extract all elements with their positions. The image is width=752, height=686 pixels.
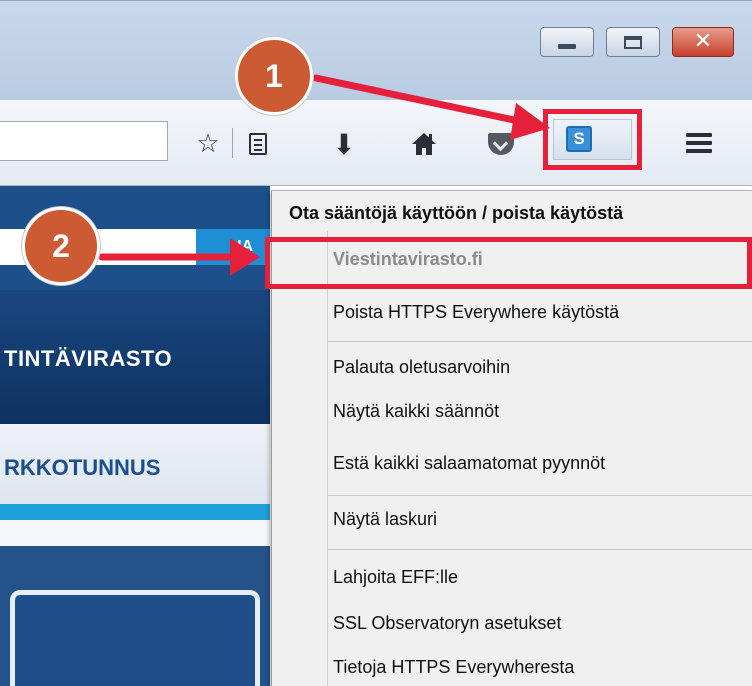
site-search-button[interactable]: HA xyxy=(196,229,270,265)
toolbar-divider xyxy=(232,128,233,158)
bookmark-star-icon[interactable]: ☆ xyxy=(194,129,222,159)
address-bar[interactable] xyxy=(0,121,168,161)
download-arrow-icon[interactable]: ⬇ xyxy=(332,128,356,161)
extension-highlight-box xyxy=(543,109,642,170)
minimize-button[interactable] xyxy=(540,27,594,57)
site-nav-text[interactable]: RKKOTUNNUS xyxy=(4,455,160,481)
menu-separator xyxy=(328,341,752,342)
close-button[interactable]: ✕ xyxy=(672,27,734,57)
pocket-icon[interactable] xyxy=(488,130,514,158)
callout-badge-1: 1 xyxy=(235,37,313,115)
home-icon[interactable] xyxy=(410,130,438,158)
maximize-button[interactable] xyxy=(606,27,660,57)
hamburger-menu-icon[interactable] xyxy=(686,133,712,153)
site-content-panel xyxy=(10,590,260,686)
callout-badge-2: 2 xyxy=(22,207,100,285)
reader-list-icon[interactable] xyxy=(246,130,270,158)
menu-item-highlight-box xyxy=(265,237,752,289)
site-banner-text: TINTÄVIRASTO xyxy=(4,346,173,371)
close-icon: ✕ xyxy=(693,29,713,54)
minimize-icon xyxy=(541,28,593,56)
maximize-icon xyxy=(607,28,659,56)
menu-separator xyxy=(328,495,752,496)
window-titlebar: ✕ xyxy=(0,0,752,100)
menu-separator xyxy=(328,549,752,550)
